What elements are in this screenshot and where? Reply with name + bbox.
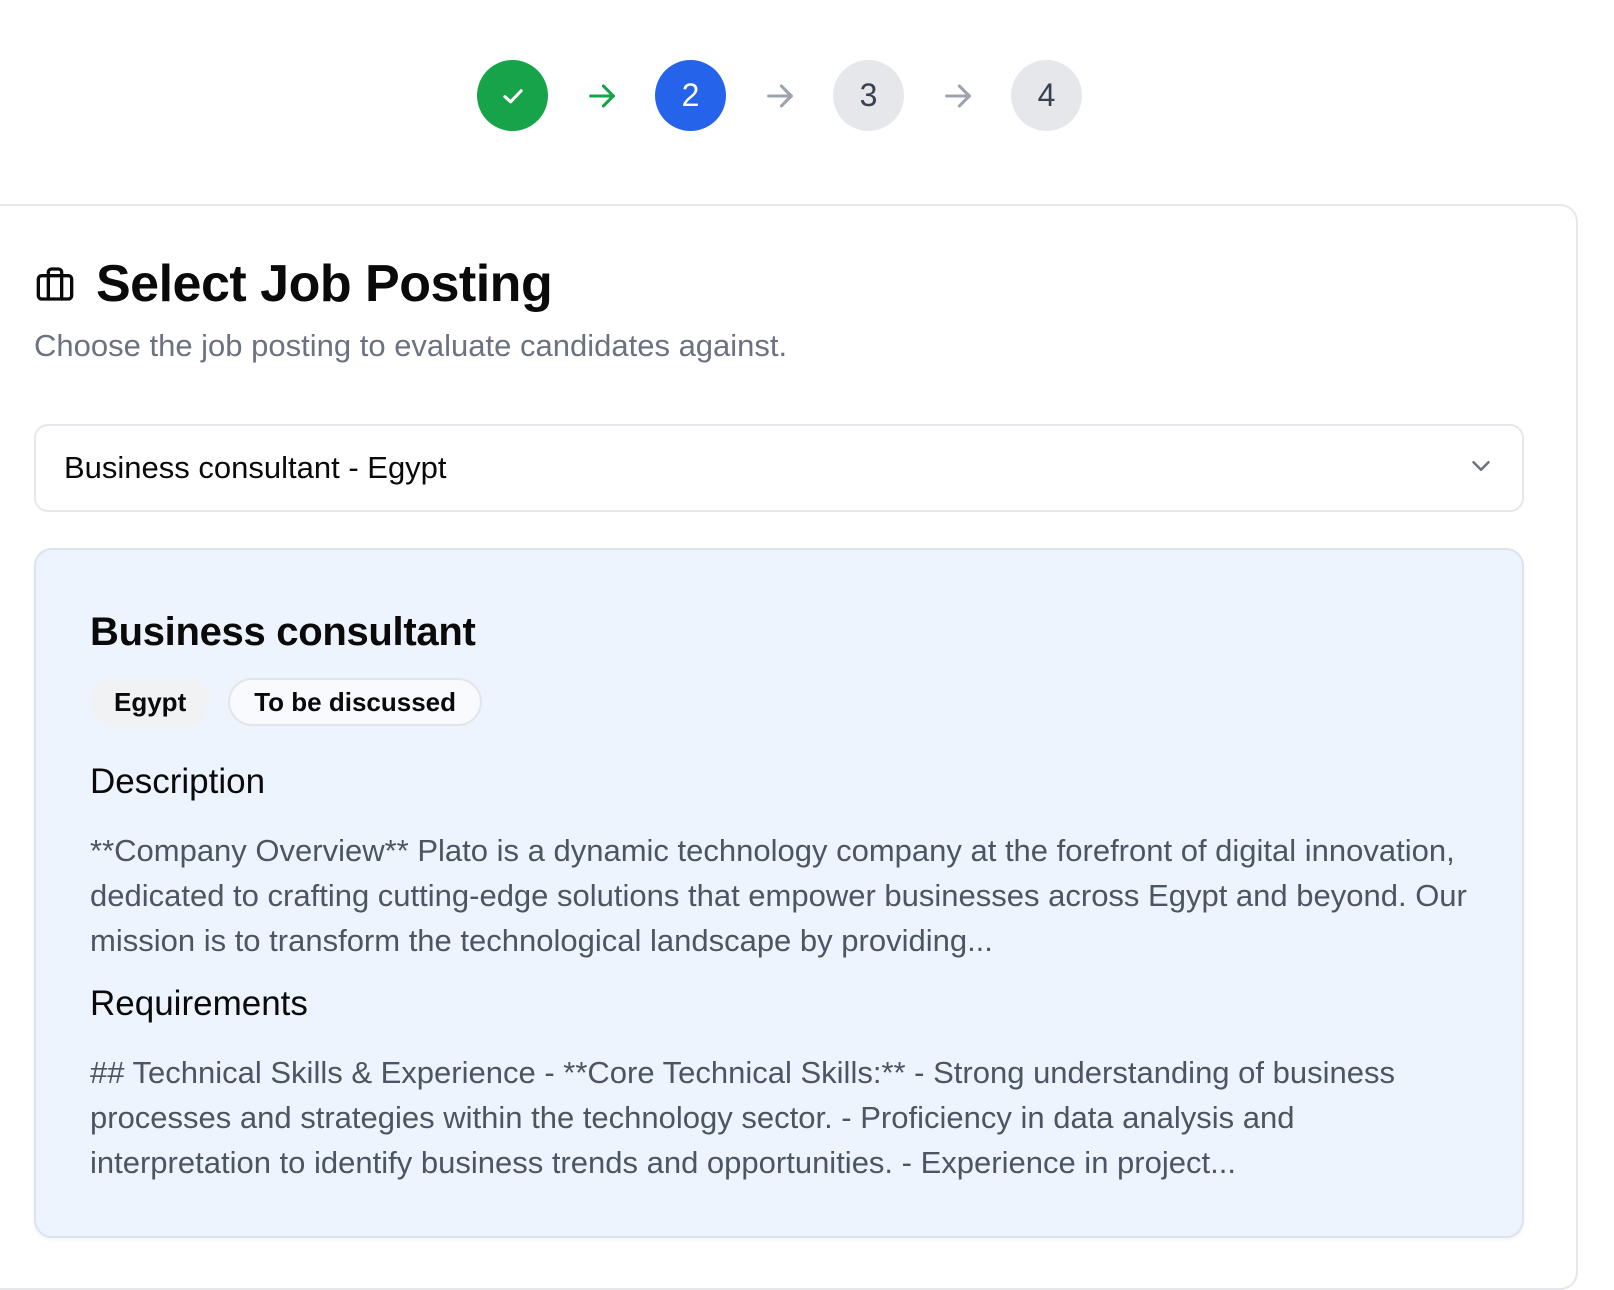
step-1-completed[interactable] xyxy=(477,60,548,131)
card-header: Select Job Posting xyxy=(34,252,553,316)
arrow-right-icon xyxy=(726,60,833,131)
job-details-panel: Business consultant Egypt To be discusse… xyxy=(34,548,1524,1238)
job-posting-select[interactable]: Business consultant - Egypt xyxy=(34,424,1524,512)
location-badge: Egypt xyxy=(90,678,211,726)
progress-stepper: 2 3 4 xyxy=(477,60,1082,131)
job-title: Business consultant xyxy=(90,610,476,654)
salary-badge: To be discussed xyxy=(228,678,483,726)
check-icon xyxy=(502,88,523,103)
step-3[interactable]: 3 xyxy=(833,60,904,131)
page-title: Select Job Posting xyxy=(96,255,553,313)
briefcase-icon xyxy=(34,263,76,305)
arrow-right-icon xyxy=(904,60,1011,131)
requirements-text: ## Technical Skills & Experience - **Cor… xyxy=(90,1055,1395,1180)
requirements-heading: Requirements xyxy=(90,984,308,1023)
chevron-down-icon xyxy=(1466,451,1496,486)
page-subtitle: Choose the job posting to evaluate candi… xyxy=(34,328,788,363)
description-text: **Company Overview** Plato is a dynamic … xyxy=(90,833,1467,958)
select-value: Business consultant - Egypt xyxy=(64,450,447,485)
description-heading: Description xyxy=(90,762,266,801)
arrow-right-icon xyxy=(548,60,655,131)
step-4[interactable]: 4 xyxy=(1011,60,1082,131)
job-badges: Egypt To be discussed xyxy=(90,678,483,726)
step-2-current[interactable]: 2 xyxy=(655,60,726,131)
